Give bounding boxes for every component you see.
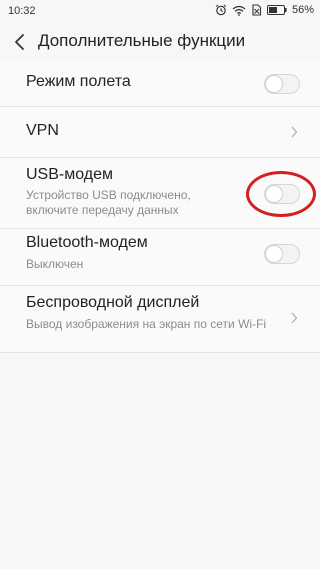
item-description: Вывод изображения на экран по сети Wi-Fi: [26, 317, 267, 331]
airplane-mode-toggle[interactable]: [264, 74, 300, 94]
item-description: Устройство USB подключено, включите пере…: [26, 188, 191, 217]
item-label: Режим полета: [26, 73, 131, 90]
list-item-airplane-mode[interactable]: Режим полета: [0, 62, 320, 107]
item-label: Bluetooth-модем: [26, 234, 148, 251]
status-icons: 56%: [215, 4, 314, 16]
back-arrow-icon[interactable]: [12, 32, 28, 52]
toggle-knob: [266, 76, 282, 92]
item-label: VPN: [26, 122, 59, 139]
bluetooth-tethering-toggle[interactable]: [264, 244, 300, 264]
wifi-icon: [232, 5, 246, 16]
highlight-annotation: [246, 171, 316, 217]
no-sim-icon: [252, 4, 262, 16]
status-bar: 10:32 56%: [0, 0, 320, 22]
item-label: USB-модем: [26, 166, 114, 183]
app-header: Дополнительные функции: [0, 22, 320, 62]
list-item-wireless-display[interactable]: Беспроводной дисплей Вывод изображения н…: [0, 286, 320, 353]
chevron-right-icon: [291, 312, 298, 324]
item-description: Выключен: [26, 257, 84, 271]
battery-icon: [266, 5, 287, 15]
list-item-vpn[interactable]: VPN: [0, 107, 320, 158]
page-title: Дополнительные функции: [38, 31, 246, 50]
toggle-knob: [266, 246, 282, 262]
alarm-icon: [215, 4, 227, 16]
item-label: Беспроводной дисплей: [26, 294, 200, 311]
chevron-right-icon: [291, 126, 298, 138]
list-item-bluetooth-tethering[interactable]: Bluetooth-модем Выключен: [0, 229, 320, 286]
battery-percentage: 56%: [291, 4, 314, 16]
status-time: 10:32: [8, 5, 36, 17]
